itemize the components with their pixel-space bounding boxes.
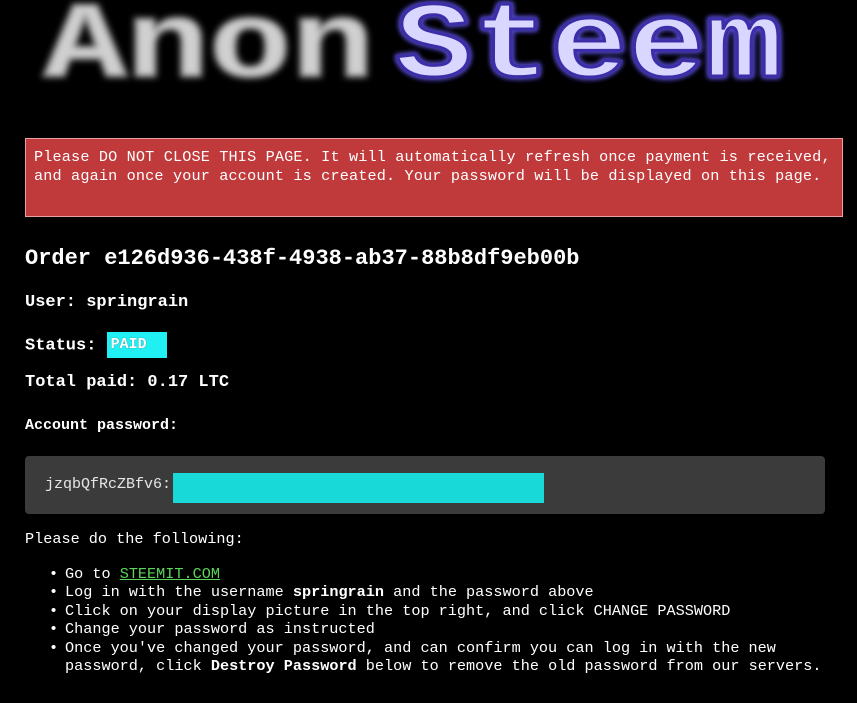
instructions-intro: Please do the following: [25, 530, 244, 548]
list-item: • Go to STEEMIT.COM [49, 565, 825, 584]
instructions-list: • Go to STEEMIT.COM • Log in with the us… [25, 565, 825, 676]
list-item: • Log in with the username springrain an… [49, 583, 825, 602]
step5-suffix: below to remove the old password from ou… [365, 657, 822, 675]
total-paid-label: Total paid: [25, 373, 138, 392]
warning-text: Please DO NOT CLOSE THIS PAGE. It will a… [34, 148, 831, 185]
bullet-icon: • [49, 564, 59, 583]
bullet-icon: • [49, 583, 59, 601]
step5-destroy-password: Destroy Password [210, 657, 357, 675]
account-password-label: Account password: [25, 417, 179, 434]
user-value: springrain [86, 293, 189, 312]
list-item: • Click on your display picture in the t… [49, 602, 825, 621]
order-title: Order e126d936-438f-4938-ab37-88b8df9eb0… [25, 246, 580, 271]
step2-suffix: and the password above [393, 583, 594, 601]
account-password-box[interactable]: jzqbQfRcZBfv6: [25, 456, 825, 514]
logo-word-anon: Anon [44, 0, 374, 109]
status-badge: PAID [106, 332, 167, 358]
total-paid-value: 0.17 LTC [147, 373, 230, 392]
status-row: Status: PAID [25, 332, 167, 358]
step2-username: springrain [292, 583, 385, 601]
logo-word-steem: Steem [395, 0, 783, 109]
user-label: User: [25, 293, 77, 312]
bullet-icon: • [49, 601, 59, 620]
total-paid-row: Total paid: 0.17 LTC [25, 372, 229, 394]
step2-prefix: Log in with the username [65, 583, 284, 601]
user-row: User: springrain [25, 292, 188, 314]
step4-text: Change your password as instructed [65, 620, 375, 638]
bullet-icon: • [49, 638, 59, 657]
account-password-value[interactable]: jzqbQfRcZBfv6: [45, 476, 171, 494]
logo-graphic: Anon Steem [43, 0, 785, 110]
do-not-close-warning: Please DO NOT CLOSE THIS PAGE. It will a… [25, 138, 843, 217]
list-item: • Once you've changed your password, and… [49, 639, 825, 676]
site-logo: Anon Steem [0, 0, 857, 110]
step3-text: Click on your display picture in the top… [65, 601, 731, 620]
instructions: Please do the following: • Go to STEEMIT… [25, 530, 825, 676]
steemit-link[interactable]: STEEMIT.COM [120, 565, 220, 583]
status-label: Status: [25, 336, 97, 356]
password-redaction [173, 473, 544, 503]
list-item: • Change your password as instructed [49, 620, 825, 639]
step1-prefix: Go to [65, 564, 111, 583]
bullet-icon: • [49, 620, 59, 638]
